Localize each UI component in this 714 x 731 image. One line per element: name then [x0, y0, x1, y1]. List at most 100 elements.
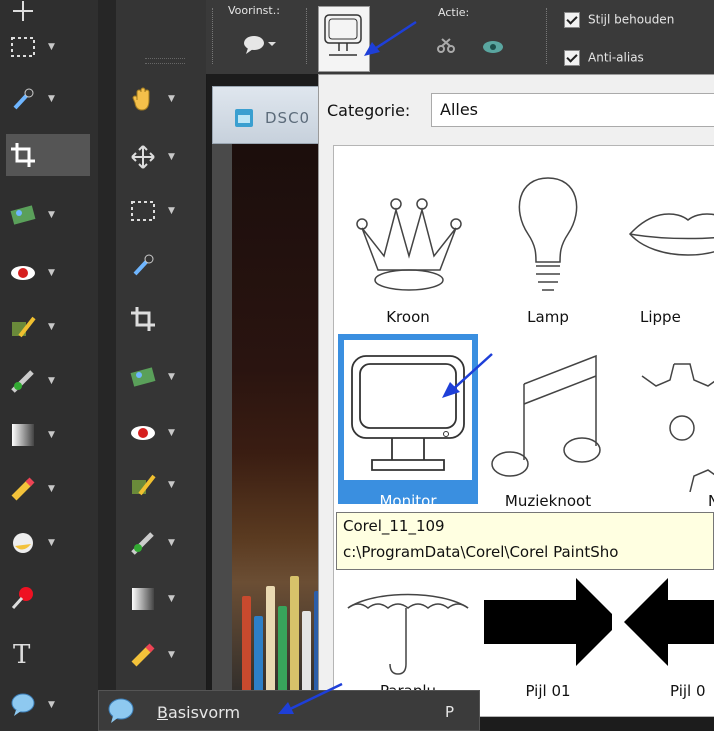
chevron-down-icon[interactable]: ▼	[168, 650, 175, 660]
tools-palette-primary: ▼ ▼ ▼ ▼ ▼ ▼ ▼ ▼ ▼ T ▼	[0, 0, 99, 731]
document-tab[interactable]: DSC0	[212, 86, 332, 144]
separator	[546, 8, 547, 64]
annotation-arrow-icon	[442, 353, 493, 398]
selection-tool[interactable]: ▼	[6, 26, 76, 68]
clone-tool-2[interactable]: ▼	[126, 522, 196, 564]
straighten-tool[interactable]: ▼	[6, 194, 76, 236]
paint-bucket-icon	[6, 526, 40, 560]
chevron-down-icon[interactable]: ▼	[48, 376, 55, 386]
preset-dropdown[interactable]	[242, 34, 278, 59]
tooltip-shape-path: c:\ProgramData\Corel\Corel PaintSho	[343, 543, 619, 561]
eraser-tool[interactable]: ▼	[6, 468, 76, 510]
shape-item-lamp[interactable]: Lamp	[478, 150, 618, 326]
shape-item-nol[interactable]: Nol	[618, 334, 714, 510]
gear-shape-icon	[641, 363, 714, 492]
pan-tool[interactable]: ▼	[126, 78, 196, 120]
dropper-tool-2[interactable]	[126, 244, 196, 286]
music-note-shape-icon	[491, 354, 601, 477]
chevron-down-icon[interactable]: ▼	[168, 428, 175, 438]
shape-item-kroon[interactable]: Kroon	[338, 150, 478, 326]
move-arrows-icon	[126, 140, 160, 174]
antialias-checkbox[interactable]: Anti-alias	[564, 50, 644, 66]
gradient-icon	[6, 418, 40, 452]
eraser-tool-2[interactable]: ▼	[126, 634, 196, 676]
shape-label: Pijl 0	[670, 682, 706, 700]
chevron-down-icon[interactable]: ▼	[168, 206, 175, 216]
lips-shape-icon	[628, 213, 714, 256]
keep-style-checkbox[interactable]: Stijl behouden	[564, 12, 674, 28]
chevron-down-icon[interactable]: ▼	[48, 322, 55, 332]
text-tool[interactable]: T	[6, 632, 76, 674]
shape-label: Muzieknoot	[504, 492, 592, 510]
preset-label: Voorinst.:	[228, 4, 280, 17]
chevron-down-icon[interactable]: ▼	[168, 480, 175, 490]
eye-icon	[126, 416, 160, 450]
chevron-down-icon[interactable]: ▼	[168, 372, 175, 382]
chevron-down-icon[interactable]: ▼	[48, 430, 55, 440]
document-canvas[interactable]	[232, 144, 332, 706]
shape-grid: Kroon Lamp Lippe Monitor Muzieknoot Pijl…	[333, 145, 714, 717]
crown-shape-icon	[356, 198, 462, 291]
clone-brush-icon	[126, 526, 160, 560]
separator	[212, 8, 213, 64]
light-bulb-shape-icon	[518, 177, 578, 291]
chevron-down-icon[interactable]: ▼	[168, 152, 175, 162]
crop-icon	[126, 302, 160, 336]
shape-label: Kroon	[386, 308, 430, 326]
flyout-item-preset-shape[interactable]: Basisvorm	[157, 703, 240, 722]
palette-divider	[98, 0, 116, 731]
pick-tool[interactable]: ▼	[126, 136, 196, 178]
toolbar-grip[interactable]	[145, 58, 185, 64]
chevron-down-icon[interactable]: ▼	[48, 94, 55, 104]
selection-tool-2[interactable]: ▼	[126, 190, 196, 232]
shape-label: Lippe	[640, 308, 681, 326]
category-label: Categorie:	[327, 101, 411, 120]
pin-icon	[6, 580, 40, 614]
pen-tool[interactable]	[6, 576, 76, 618]
move-icon	[6, 0, 40, 28]
crop-tool-2[interactable]	[126, 298, 196, 340]
chevron-down-icon[interactable]: ▼	[48, 700, 55, 710]
red-eye-tool-2[interactable]: ▼	[126, 412, 196, 454]
picture-icon	[126, 360, 160, 394]
chevron-down-icon[interactable]: ▼	[168, 538, 175, 548]
image-file-icon	[235, 109, 253, 127]
tool-options-bar: Voorinst.: Actie: Stijl behouden Anti-al…	[206, 0, 714, 74]
fill-tool[interactable]: ▼	[6, 522, 76, 564]
gradient-icon	[126, 582, 160, 616]
gradient-tool-2[interactable]: ▼	[126, 578, 196, 620]
shape-tooltip: Corel_11_109 c:\ProgramData\Corel\Corel …	[336, 512, 714, 570]
makeover-tool-2[interactable]: ▼	[126, 464, 196, 506]
chevron-down-icon[interactable]: ▼	[48, 484, 55, 494]
gradient-tool[interactable]: ▼	[6, 414, 76, 456]
makeover-tool[interactable]: ▼	[6, 306, 76, 348]
eye-icon	[6, 256, 40, 290]
chevron-down-icon[interactable]: ▼	[48, 538, 55, 548]
dropper-tool[interactable]: ▼	[6, 78, 76, 120]
action-eye-button[interactable]	[482, 40, 504, 57]
document-tab-title: DSC0	[265, 109, 311, 127]
shape-item-muzieknoot[interactable]: Muzieknoot	[478, 334, 618, 510]
preset-shape-tool[interactable]: ▼	[6, 684, 76, 726]
straighten-tool-2[interactable]: ▼	[126, 356, 196, 398]
annotation-arrow-icon	[364, 20, 417, 56]
chevron-down-icon[interactable]: ▼	[48, 268, 55, 278]
shape-label: Pijl 01	[525, 682, 571, 700]
shape-label: Lamp	[527, 308, 569, 326]
antialias-label: Anti-alias	[588, 50, 644, 65]
category-dropdown[interactable]: Alles	[431, 93, 714, 127]
action-label: Actie:	[438, 6, 470, 19]
chevron-down-icon[interactable]: ▼	[48, 42, 55, 52]
chevron-down-icon[interactable]: ▼	[168, 594, 175, 604]
category-value: Alles	[440, 100, 479, 119]
action-scissors-button[interactable]	[436, 38, 458, 57]
chevron-down-icon[interactable]: ▼	[168, 94, 175, 104]
shape-item-lippen[interactable]: Lippe	[618, 150, 714, 326]
chevron-down-icon[interactable]: ▼	[48, 210, 55, 220]
crop-tool[interactable]	[6, 134, 90, 176]
flyout-shortcut: P	[445, 703, 455, 721]
pencil-icon	[126, 638, 160, 672]
clone-tool[interactable]: ▼	[6, 360, 76, 402]
clone-brush-icon	[6, 364, 40, 398]
red-eye-tool[interactable]: ▼	[6, 252, 76, 294]
